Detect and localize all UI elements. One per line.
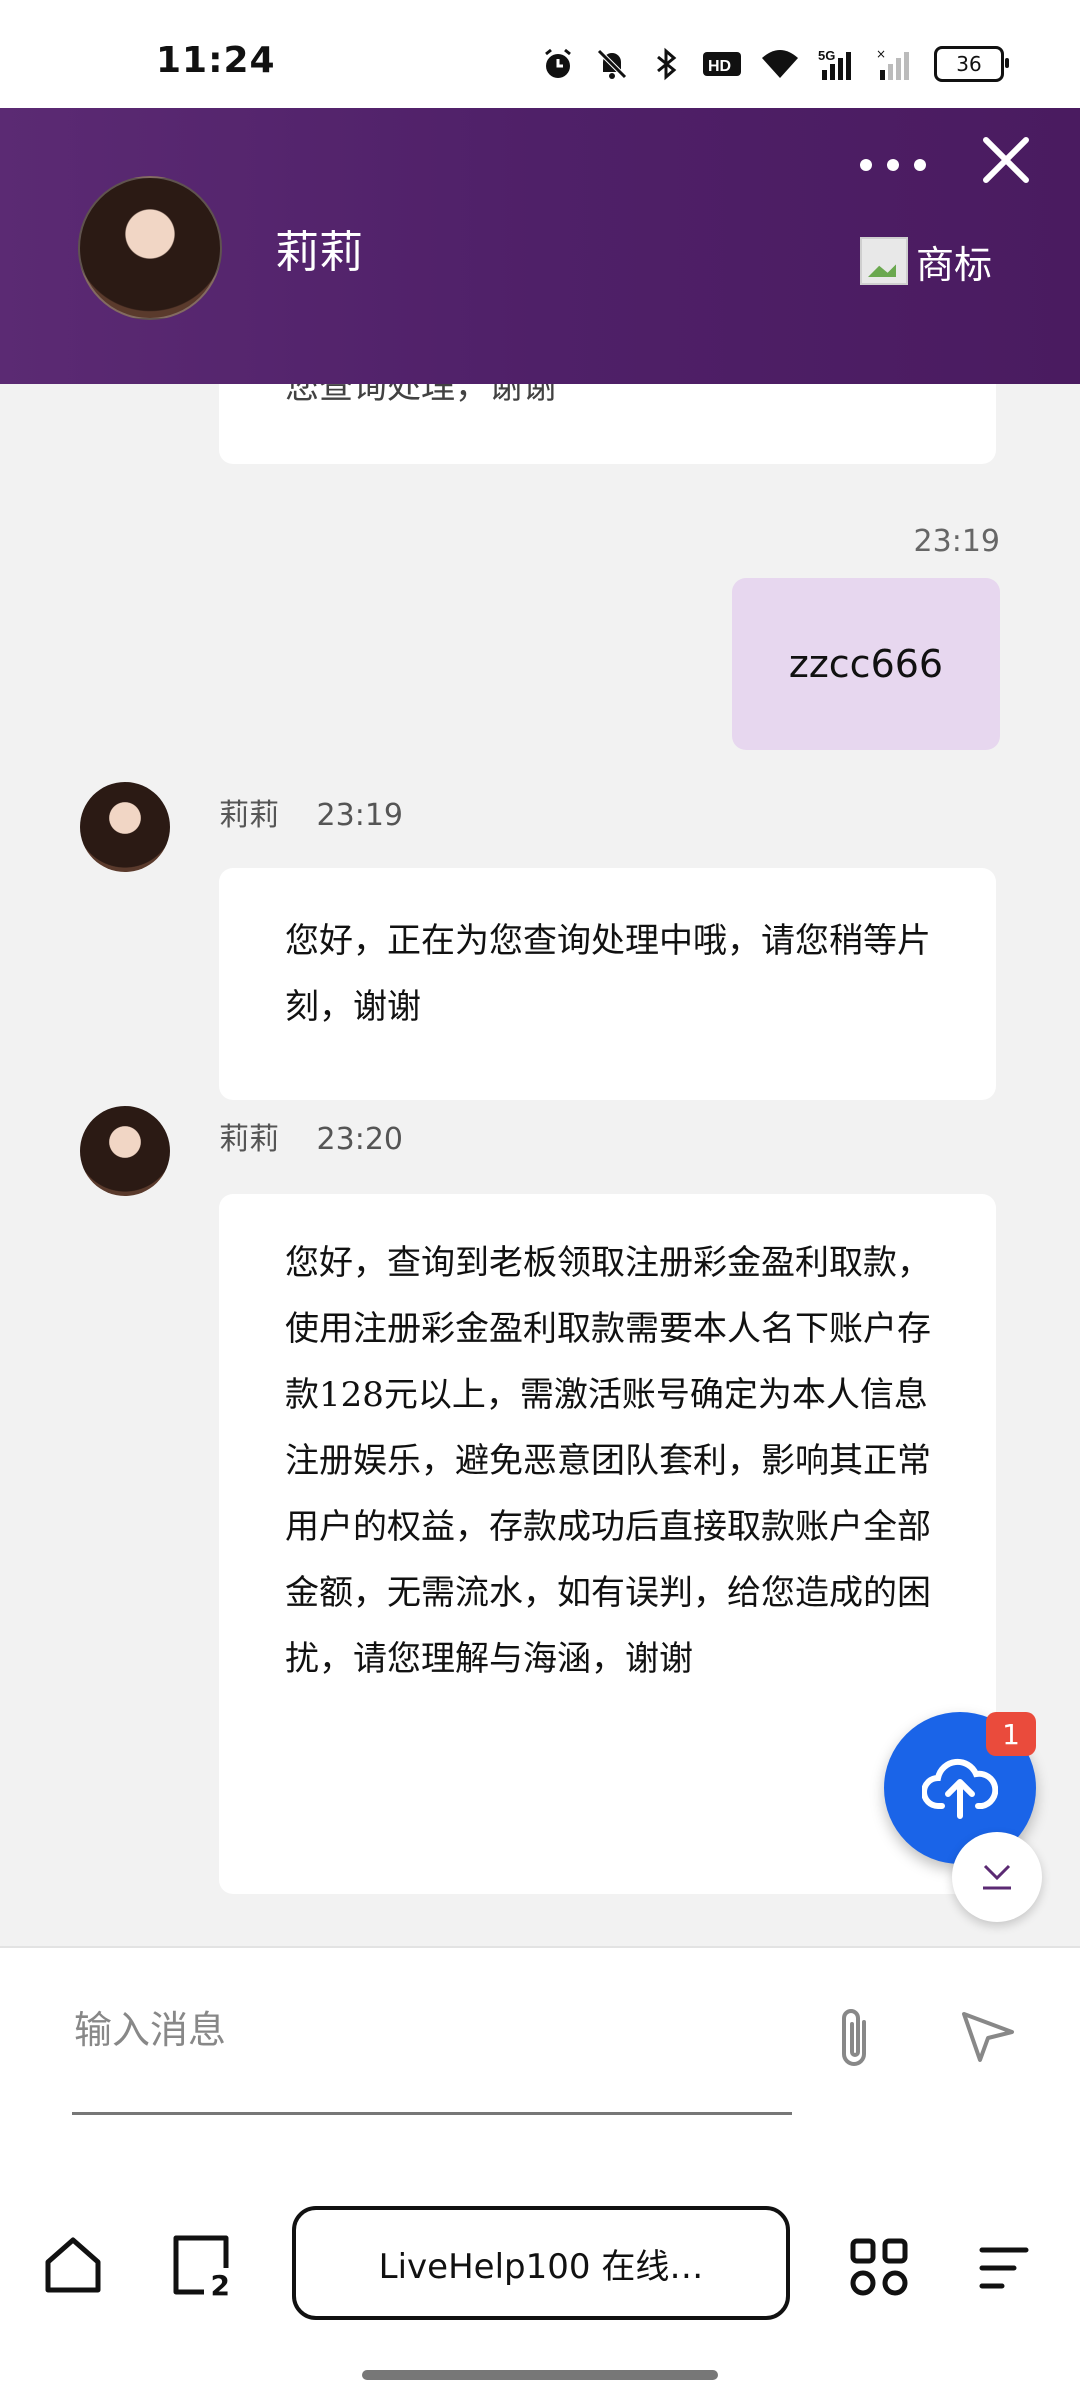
home-icon[interactable] xyxy=(42,2234,104,2296)
chat-header: 莉莉 商标 xyxy=(0,108,1080,384)
message-composer xyxy=(0,1946,1080,2154)
chat-messages[interactable]: 您查询处理，谢谢 23:19 zzcc666 莉莉 23:19 您好，正在为您查… xyxy=(0,384,1080,1946)
signal-5g-icon: 5G xyxy=(818,48,851,80)
agent-avatar xyxy=(80,1106,170,1196)
more-dot-icon xyxy=(887,159,899,171)
more-button[interactable] xyxy=(860,150,926,180)
agent-avatar xyxy=(78,176,222,320)
signal-weak-icon: × xyxy=(876,47,909,80)
bluetooth-icon xyxy=(657,47,677,81)
message-time: 23:19 xyxy=(316,798,404,833)
more-dot-icon xyxy=(914,159,926,171)
battery-indicator: 36 xyxy=(934,46,1009,82)
mute-icon xyxy=(597,49,627,79)
cloud-upload-icon xyxy=(922,1758,998,1819)
agent-avatar xyxy=(80,782,170,872)
address-bar[interactable]: LiveHelp100 在线… xyxy=(292,2206,790,2320)
scroll-to-bottom-button[interactable] xyxy=(952,1832,1042,1922)
tabs-button[interactable]: 2 xyxy=(170,2232,232,2302)
chevron-down-icon xyxy=(983,1864,1011,1890)
tab-count: 2 xyxy=(210,2269,230,2302)
logo-image: 商标 xyxy=(860,236,993,287)
svg-text:HD: HD xyxy=(708,58,731,75)
sender-name: 莉莉 xyxy=(219,798,279,833)
close-icon[interactable] xyxy=(976,130,1036,190)
input-underline xyxy=(72,2112,792,2115)
status-bar: 11:24 HD 5G × 36 xyxy=(0,0,1080,108)
message-text: 您查询处理，谢谢 xyxy=(285,384,557,407)
gesture-bar[interactable] xyxy=(362,2370,718,2380)
browser-toolbar: 2 LiveHelp100 在线… xyxy=(0,2152,1080,2400)
wifi-icon xyxy=(762,50,798,78)
attachment-icon[interactable] xyxy=(826,2004,882,2074)
status-time: 11:24 xyxy=(156,40,276,81)
message-meta: 莉莉 23:20 xyxy=(219,1114,403,1158)
message-time: 23:19 xyxy=(913,524,1000,559)
message-text: 您好，查询到老板领取注册彩金盈利取款，使用注册彩金盈利取款需要本人名下账户存款1… xyxy=(285,1243,931,1679)
message-time: 23:20 xyxy=(316,1122,404,1157)
apps-grid-icon[interactable] xyxy=(850,2238,908,2296)
logo-alt-text: 商标 xyxy=(916,242,993,287)
agent-message-bubble: 您好，查询到老板领取注册彩金盈利取款，使用注册彩金盈利取款需要本人名下账户存款1… xyxy=(219,1194,996,1894)
hd-icon: HD xyxy=(703,52,741,76)
sender-name: 莉莉 xyxy=(219,1122,279,1157)
message-meta: 莉莉 23:19 xyxy=(219,790,403,834)
svg-text:×: × xyxy=(876,47,886,61)
send-icon[interactable] xyxy=(958,2006,1018,2066)
message-text: zzcc666 xyxy=(788,642,944,686)
agent-message-bubble: 您好，正在为您查询处理中哦，请您稍等片刻，谢谢 xyxy=(219,868,996,1100)
user-message-bubble: zzcc666 xyxy=(732,578,1000,750)
notification-badge: 1 xyxy=(986,1712,1036,1756)
more-dot-icon xyxy=(860,159,872,171)
agent-name: 莉莉 xyxy=(275,227,363,278)
message-text: 您好，正在为您查询处理中哦，请您稍等片刻，谢谢 xyxy=(285,921,931,1027)
menu-icon[interactable] xyxy=(976,2242,1032,2294)
status-icons: HD 5G × 36 xyxy=(540,46,1009,82)
agent-message-bubble: 您查询处理，谢谢 xyxy=(219,384,996,464)
svg-text:5G: 5G xyxy=(818,48,835,63)
message-input[interactable] xyxy=(72,1998,796,2062)
broken-image-icon xyxy=(860,237,908,285)
alarm-icon xyxy=(545,48,571,78)
